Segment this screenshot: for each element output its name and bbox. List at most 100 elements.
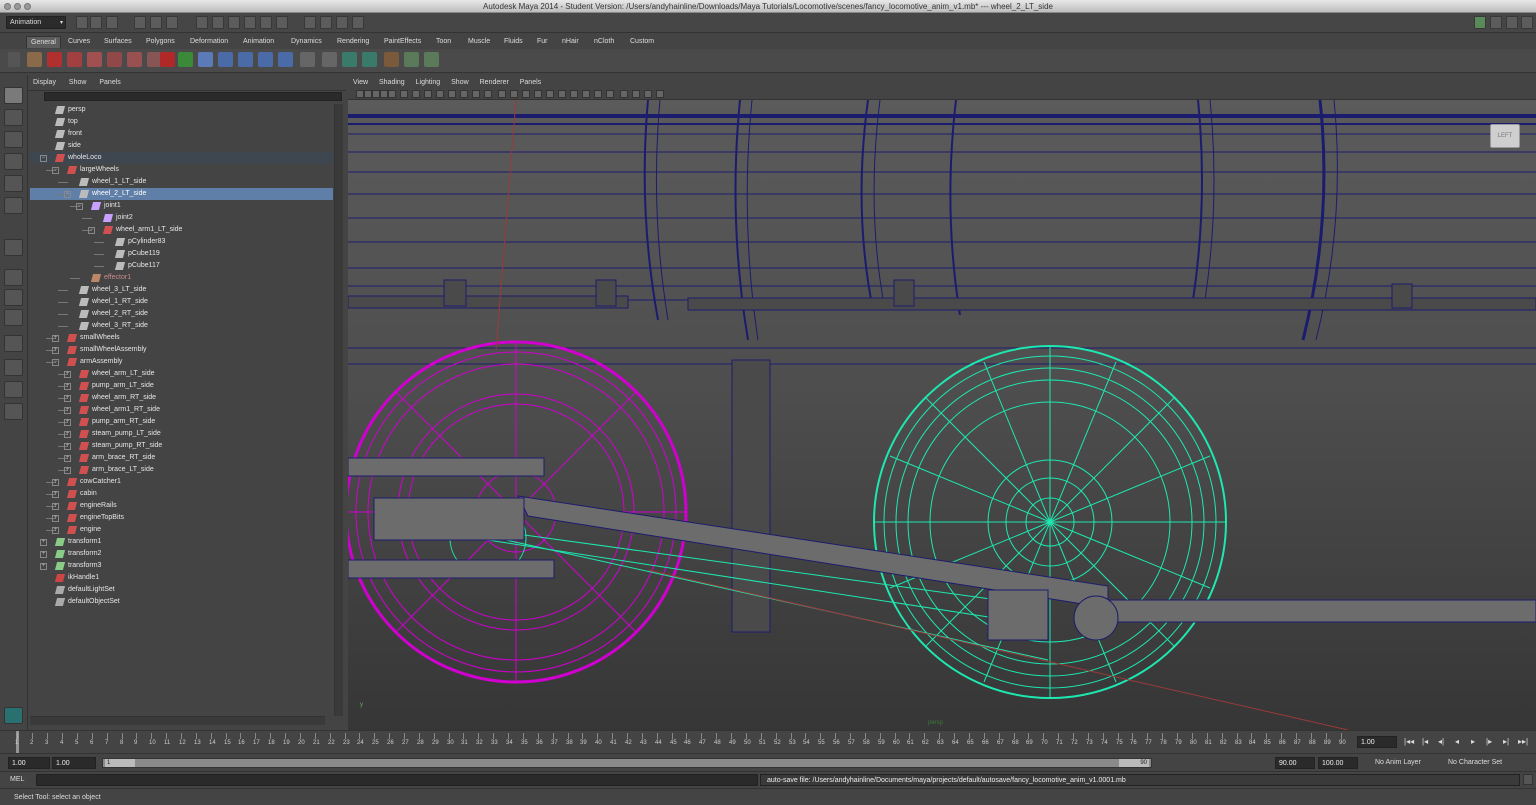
smooth-shade-icon[interactable] xyxy=(510,90,518,98)
outliner-row[interactable]: defaultLightSet xyxy=(30,584,333,596)
expand-icon[interactable]: + xyxy=(52,515,59,522)
ribbon-icon[interactable] xyxy=(160,52,175,67)
outliner-row[interactable]: + steam_pump_RT_side xyxy=(30,440,333,452)
wireframe-on-shaded-icon[interactable] xyxy=(522,90,530,98)
expand-icon[interactable]: + xyxy=(52,347,59,354)
play-backwards-icon[interactable]: ◂ xyxy=(1455,737,1459,747)
gravity-icon[interactable] xyxy=(278,52,293,67)
grease-pencil-icon[interactable] xyxy=(400,90,408,98)
collapse-icon[interactable]: − xyxy=(64,191,71,198)
graph-editor-layout-icon[interactable] xyxy=(4,335,23,352)
resolution-gate-icon[interactable] xyxy=(436,90,444,98)
render-settings-icon[interactable] xyxy=(352,16,364,29)
isolate-select-icon[interactable] xyxy=(620,90,628,98)
outliner-row[interactable]: + smallWheels xyxy=(30,332,333,344)
textured-icon[interactable] xyxy=(534,90,542,98)
playback-end-field[interactable]: 90.00 xyxy=(1275,757,1315,769)
outliner-row[interactable]: − armAssembly xyxy=(30,356,333,368)
channel-box-icon[interactable] xyxy=(1521,16,1533,29)
outliner-row[interactable]: − joint1 xyxy=(30,200,333,212)
expand-icon[interactable]: + xyxy=(52,491,59,498)
shelf-tab-rendering[interactable]: Rendering xyxy=(333,36,373,48)
outliner-row[interactable]: + wheel_arm_LT_side xyxy=(30,368,333,380)
viewport-menu-renderer[interactable]: Renderer xyxy=(480,77,509,89)
shelf-tab-curves[interactable]: Curves xyxy=(64,36,94,48)
particles-icon[interactable] xyxy=(218,52,233,67)
tree-icon[interactable] xyxy=(178,52,193,67)
window-controls[interactable] xyxy=(4,3,31,10)
outliner-row[interactable]: pCube119 xyxy=(30,248,333,260)
outliner-row[interactable]: − largeWheels xyxy=(30,164,333,176)
single-pane-layout-icon[interactable] xyxy=(4,269,23,286)
grid-icon[interactable] xyxy=(412,90,420,98)
outliner-filter-input[interactable] xyxy=(44,92,342,101)
save-scene-icon[interactable] xyxy=(106,16,118,29)
cloth-icon[interactable] xyxy=(404,52,419,67)
expand-icon[interactable]: + xyxy=(64,383,71,390)
play-forwards-icon[interactable]: ▸ xyxy=(1471,737,1475,747)
character-set-dropdown[interactable]: No Character Set xyxy=(1448,758,1502,768)
outliner-row[interactable]: + pump_arm_RT_side xyxy=(30,416,333,428)
fx-icon[interactable] xyxy=(87,52,102,67)
outliner-vertical-scrollbar[interactable] xyxy=(334,104,343,716)
outliner-row[interactable]: effector1 xyxy=(30,272,333,284)
shelf-tab-ncloth[interactable]: nCloth xyxy=(590,36,618,48)
outliner-row[interactable]: + cowCatcher1 xyxy=(30,476,333,488)
outliner-persp-layout-icon[interactable] xyxy=(4,309,23,326)
safe-action-icon[interactable] xyxy=(472,90,480,98)
outliner-row[interactable]: joint2 xyxy=(30,212,333,224)
new-scene-icon[interactable] xyxy=(76,16,88,29)
expand-icon[interactable]: + xyxy=(64,407,71,414)
field-chart-icon[interactable] xyxy=(460,90,468,98)
emitter-icon[interactable] xyxy=(238,52,253,67)
render-icon[interactable] xyxy=(320,16,332,29)
step-forward-frame-icon[interactable]: ▸| xyxy=(1503,737,1509,747)
constraint-icon[interactable] xyxy=(424,52,439,67)
outliner-row[interactable]: wheel_1_RT_side xyxy=(30,296,333,308)
viewport-menu-view[interactable]: View xyxy=(353,77,368,89)
solver-icon[interactable] xyxy=(322,52,337,67)
shelf-tab-custom[interactable]: Custom xyxy=(626,36,658,48)
xray-joints-icon[interactable] xyxy=(644,90,652,98)
playback-start-field[interactable]: 1.00 xyxy=(52,757,96,769)
step-back-frame-icon[interactable]: |◂ xyxy=(1422,737,1428,747)
shelf-tab-dynamics[interactable]: Dynamics xyxy=(287,36,326,48)
shadows-icon[interactable] xyxy=(558,90,566,98)
outliner-row[interactable]: side xyxy=(30,140,333,152)
motion-blur-icon[interactable] xyxy=(582,90,590,98)
select-component-icon[interactable] xyxy=(166,16,178,29)
anti-aliasing-icon[interactable] xyxy=(594,90,602,98)
outliner-row[interactable]: − wheel_2_LT_side xyxy=(30,188,333,200)
range-end-handle[interactable]: 90 xyxy=(1119,759,1149,767)
step-forward-key-icon[interactable]: |▸ xyxy=(1486,737,1492,747)
shelf-tab-surfaces[interactable]: Surfaces xyxy=(100,36,136,48)
outliner-row[interactable]: front xyxy=(30,128,333,140)
xray-components-icon[interactable] xyxy=(656,90,664,98)
bookmark-icon[interactable] xyxy=(372,90,380,98)
expand-icon[interactable]: + xyxy=(64,455,71,462)
attribute-editor-icon[interactable] xyxy=(1490,16,1502,29)
mel-command-input[interactable] xyxy=(36,774,758,786)
outliner-row[interactable]: + engineRails xyxy=(30,500,333,512)
minimize-window-icon[interactable] xyxy=(14,3,21,10)
snap-point-icon[interactable] xyxy=(228,16,240,29)
make-live-icon[interactable] xyxy=(260,16,272,29)
outliner-row[interactable]: + pump_arm_LT_side xyxy=(30,380,333,392)
shelf-tab-muscle[interactable]: Muscle xyxy=(464,36,494,48)
step-back-key-icon[interactable]: ◂| xyxy=(1438,737,1444,747)
modeling-toolkit-icon[interactable] xyxy=(1474,16,1486,29)
expand-icon[interactable]: + xyxy=(52,527,59,534)
snap-plane-icon[interactable] xyxy=(244,16,256,29)
shelf-tab-toon[interactable]: Toon xyxy=(432,36,455,48)
move-tool-icon[interactable] xyxy=(4,153,23,170)
shelf-menu-icon[interactable] xyxy=(8,52,20,67)
rigid-body-icon[interactable] xyxy=(300,52,315,67)
collapse-icon[interactable]: − xyxy=(40,155,47,162)
brush-icon[interactable] xyxy=(127,52,142,67)
wireframe-icon[interactable] xyxy=(498,90,506,98)
current-time-indicator[interactable] xyxy=(16,731,19,753)
expand-icon[interactable]: + xyxy=(64,395,71,402)
outliner-row[interactable]: + transform3 xyxy=(30,560,333,572)
shelf-tab-polygons[interactable]: Polygons xyxy=(142,36,179,48)
film-gate-icon[interactable] xyxy=(424,90,432,98)
